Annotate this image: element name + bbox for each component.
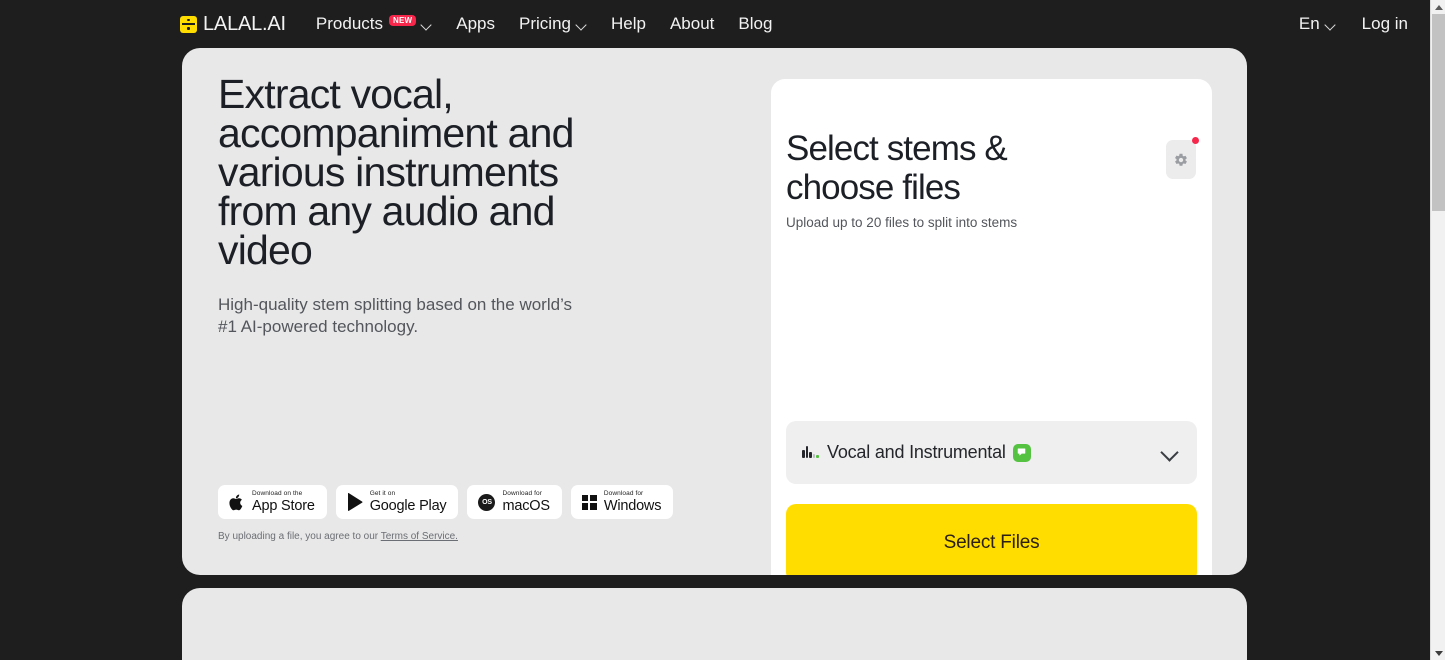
settings-button[interactable] — [1166, 140, 1196, 179]
nav-item-pricing[interactable]: Pricing — [519, 14, 587, 34]
secondary-card — [182, 588, 1247, 660]
triangle-up-icon — [1435, 5, 1443, 10]
nav-item-products[interactable]: Products NEW — [316, 14, 432, 34]
notification-dot — [1192, 137, 1199, 144]
google-play-button[interactable]: Get it on Google Play — [336, 485, 459, 519]
triangle-down-icon — [1435, 651, 1443, 656]
app-store-button[interactable]: Download on the App Store — [218, 485, 327, 519]
hero-text-block: Extract vocal, accompaniment and various… — [218, 75, 638, 338]
windows-button[interactable]: Download for Windows — [571, 485, 673, 519]
nav-item-blog-label: Blog — [738, 14, 772, 34]
windows-small: Download for — [604, 491, 661, 498]
scrollbar-up-arrow[interactable] — [1431, 0, 1445, 14]
upload-panel-title: Select stems & choose files — [786, 129, 1116, 207]
nav-item-apps-label: Apps — [456, 14, 495, 34]
equalizer-icon — [802, 443, 820, 461]
stem-selector[interactable]: Vocal and Instrumental — [786, 421, 1197, 484]
page-title: Extract vocal, accompaniment and various… — [218, 75, 638, 270]
page-root: LALAL.AI Products NEW Apps Pricing Help … — [0, 0, 1445, 660]
google-play-text: Get it on Google Play — [370, 491, 447, 513]
windows-text: Download for Windows — [604, 491, 661, 513]
chevron-down-icon — [576, 20, 587, 31]
nav-item-about-label: About — [670, 14, 714, 34]
hero-subtitle: High-quality stem splitting based on the… — [218, 294, 578, 338]
upload-panel: Select stems & choose files Upload up to… — [771, 79, 1212, 575]
windows-big: Windows — [604, 499, 661, 514]
nav-item-blog[interactable]: Blog — [738, 14, 772, 34]
brand-logo[interactable]: LALAL.AI — [180, 13, 286, 36]
macos-icon-label: OS — [478, 494, 495, 511]
select-files-button[interactable]: Select Files — [786, 504, 1197, 575]
google-play-small: Get it on — [370, 491, 447, 498]
language-selector-label: En — [1299, 14, 1320, 34]
chevron-down-icon — [1160, 443, 1180, 463]
login-button[interactable]: Log in — [1362, 14, 1408, 34]
hero-card: Extract vocal, accompaniment and various… — [182, 48, 1247, 575]
nav-item-help-label: Help — [611, 14, 646, 34]
upload-panel-subtitle: Upload up to 20 files to split into stem… — [786, 215, 1116, 230]
app-store-big: App Store — [252, 499, 315, 514]
terms-notice-prefix: By uploading a file, you agree to our — [218, 531, 381, 542]
scrollbar-thumb[interactable] — [1432, 14, 1445, 211]
macos-big: macOS — [502, 499, 549, 514]
scrollbar-down-arrow[interactable] — [1431, 646, 1445, 660]
macos-button[interactable]: OS Download for macOS — [467, 485, 561, 519]
google-play-big: Google Play — [370, 499, 447, 514]
terms-notice: By uploading a file, you agree to our Te… — [218, 531, 458, 542]
apple-icon — [229, 493, 245, 512]
app-store-small: Download on the — [252, 491, 315, 498]
nav-item-help[interactable]: Help — [611, 14, 646, 34]
top-navigation-bar: LALAL.AI Products NEW Apps Pricing Help … — [0, 0, 1430, 48]
nav-item-pricing-label: Pricing — [519, 14, 571, 34]
store-badges: Download on the App Store Get it on Goog… — [218, 485, 673, 519]
login-button-label: Log in — [1362, 14, 1408, 34]
nav-items: Products NEW Apps Pricing Help About Blo… — [316, 14, 773, 34]
upload-panel-header: Select stems & choose files Upload up to… — [786, 129, 1116, 230]
nav-item-about[interactable]: About — [670, 14, 714, 34]
chevron-down-icon — [1325, 20, 1336, 31]
chevron-down-icon — [421, 20, 432, 31]
macos-text: Download for macOS — [502, 491, 549, 513]
windows-icon — [582, 495, 597, 510]
google-play-icon — [347, 493, 363, 511]
nav-right-group: En Log in — [1299, 14, 1408, 34]
terms-of-service-link[interactable]: Terms of Service. — [381, 531, 458, 542]
vertical-scrollbar[interactable] — [1430, 0, 1445, 660]
app-store-text: Download on the App Store — [252, 491, 315, 513]
macos-small: Download for — [502, 491, 549, 498]
stem-selector-label: Vocal and Instrumental — [827, 442, 1006, 463]
macos-icon: OS — [478, 494, 495, 511]
gear-icon — [1174, 152, 1189, 167]
new-badge: NEW — [389, 15, 416, 26]
flag-icon — [1013, 444, 1031, 462]
brand-name: LALAL.AI — [203, 13, 286, 36]
nav-item-apps[interactable]: Apps — [456, 14, 495, 34]
nav-item-products-label: Products — [316, 14, 383, 34]
language-selector[interactable]: En — [1299, 14, 1336, 34]
divide-logo-icon — [180, 16, 197, 33]
